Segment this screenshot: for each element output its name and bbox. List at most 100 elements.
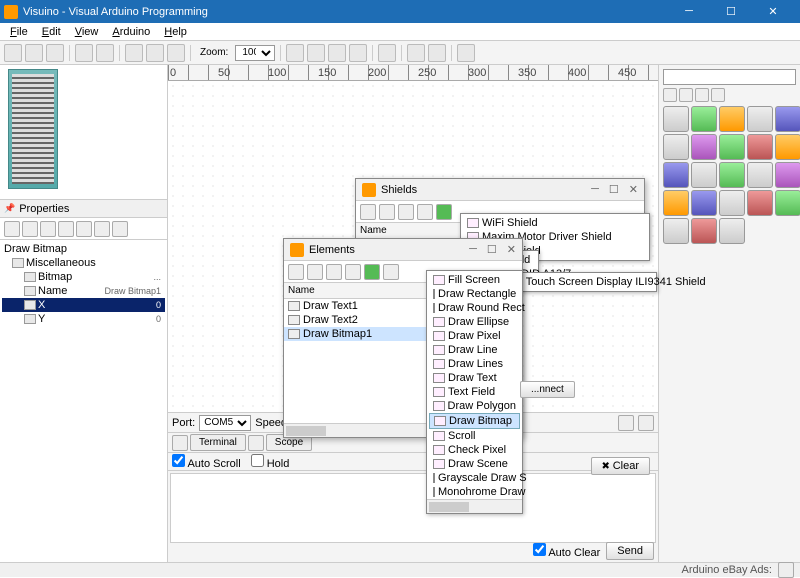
port-settings-icon[interactable]	[638, 415, 654, 431]
component-item[interactable]	[691, 190, 717, 216]
list-item[interactable]: Text Field	[429, 385, 520, 399]
zoomfit-icon[interactable]	[328, 44, 346, 62]
dlg-up-icon[interactable]	[326, 264, 342, 280]
dlg-opt-icon[interactable]	[383, 264, 399, 280]
component-item[interactable]	[747, 134, 773, 160]
list-item[interactable]: Draw Line	[429, 343, 520, 357]
prop-categorize-icon[interactable]	[4, 221, 20, 237]
list-item[interactable]: Monohrome Draw	[429, 485, 520, 499]
prop-help-icon[interactable]	[112, 221, 128, 237]
copy-icon[interactable]	[146, 44, 164, 62]
paste-icon[interactable]	[167, 44, 185, 62]
list-item[interactable]: Check Pixel	[429, 443, 520, 457]
dlg-max-icon[interactable]: ☐	[609, 183, 619, 196]
menu-view[interactable]: View	[69, 24, 105, 40]
tool-icon[interactable]	[457, 44, 475, 62]
zoom-select[interactable]: 100%	[235, 45, 275, 61]
component-item[interactable]	[719, 134, 745, 160]
redo-icon[interactable]	[96, 44, 114, 62]
component-item[interactable]	[719, 190, 745, 216]
component-item[interactable]	[663, 162, 689, 188]
component-item[interactable]	[663, 134, 689, 160]
minimize-button[interactable]: ─	[674, 5, 704, 18]
list-item[interactable]: Scroll	[429, 429, 520, 443]
component-item[interactable]	[663, 106, 689, 132]
list-item[interactable]: Draw Rectangle	[429, 287, 520, 301]
dlg-del-icon[interactable]	[307, 264, 323, 280]
pal-cat-icon[interactable]	[679, 88, 693, 102]
menu-help[interactable]: Help	[158, 24, 193, 40]
palette-search-input[interactable]	[663, 69, 796, 85]
dlg-close-icon[interactable]: ✕	[629, 183, 638, 196]
open-icon[interactable]	[25, 44, 43, 62]
prop-filter-icon[interactable]	[94, 221, 110, 237]
menu-file[interactable]: File	[4, 24, 34, 40]
list-item[interactable]: Draw Scene	[429, 457, 520, 471]
design-preview[interactable]	[0, 65, 167, 200]
component-item[interactable]	[691, 106, 717, 132]
pal-cat2-icon[interactable]	[695, 88, 709, 102]
dlg-del-icon[interactable]	[379, 204, 395, 220]
maximize-button[interactable]: ☐	[716, 5, 746, 18]
prop-bitmap[interactable]: Bitmap...	[2, 270, 165, 284]
autoclear-checkbox[interactable]: Auto Clear	[533, 543, 600, 559]
dlg-new-icon[interactable]	[364, 264, 380, 280]
list-item[interactable]: Draw Pixel	[429, 329, 520, 343]
tab-terminal[interactable]: Terminal	[190, 434, 246, 451]
component-item[interactable]	[719, 106, 745, 132]
component-item[interactable]	[719, 162, 745, 188]
list-item[interactable]: Grayscale Draw S	[429, 471, 520, 485]
send-button[interactable]: Send	[606, 542, 654, 560]
component-item[interactable]	[691, 218, 717, 244]
zoomout-icon[interactable]	[307, 44, 325, 62]
list-item[interactable]: Draw Polygon	[429, 399, 520, 413]
component-item[interactable]	[775, 190, 800, 216]
dlg-down-icon[interactable]	[345, 264, 361, 280]
component-item[interactable]	[747, 190, 773, 216]
prop-x[interactable]: X0	[2, 298, 165, 312]
menu-edit[interactable]: Edit	[36, 24, 67, 40]
list-item[interactable]: WiFi Shield	[463, 216, 647, 230]
component-item[interactable]	[663, 190, 689, 216]
dlg-new-icon[interactable]	[436, 204, 452, 220]
component-item[interactable]	[775, 106, 800, 132]
undo-icon[interactable]	[75, 44, 93, 62]
list-item[interactable]: Draw Lines	[429, 357, 520, 371]
prop-collapse-icon[interactable]	[76, 221, 92, 237]
clear-button[interactable]: ✖ Clear	[591, 457, 650, 475]
prop-az-icon[interactable]	[22, 221, 38, 237]
save-icon[interactable]	[46, 44, 64, 62]
prop-expand-icon[interactable]	[58, 221, 74, 237]
delete-icon[interactable]	[378, 44, 396, 62]
upload-icon[interactable]	[407, 44, 425, 62]
dlg-up-icon[interactable]	[398, 204, 414, 220]
hold-checkbox[interactable]: Hold	[251, 454, 290, 470]
list-item[interactable]: Draw Text	[429, 371, 520, 385]
arduino-board-preview[interactable]	[8, 69, 58, 189]
pal-list-icon[interactable]	[711, 88, 725, 102]
component-item[interactable]	[691, 162, 717, 188]
autoscroll-checkbox[interactable]: Auto Scroll	[172, 454, 241, 470]
cut-icon[interactable]	[125, 44, 143, 62]
scrollbar-horizontal[interactable]	[429, 502, 469, 512]
compile-icon[interactable]	[428, 44, 446, 62]
component-item[interactable]	[775, 134, 800, 160]
dlg-down-icon[interactable]	[417, 204, 433, 220]
dlg-close-icon[interactable]: ✕	[507, 243, 516, 256]
component-item[interactable]	[775, 162, 800, 188]
prop-refresh-icon[interactable]	[40, 221, 56, 237]
port-delete-icon[interactable]	[618, 415, 634, 431]
list-item[interactable]: Fill Screen	[429, 273, 520, 287]
prop-name[interactable]: NameDraw Bitmap1	[2, 284, 165, 298]
status-icon[interactable]	[778, 562, 794, 578]
list-item[interactable]: Draw Ellipse	[429, 315, 520, 329]
col-name[interactable]: Name	[284, 283, 444, 299]
dlg-max-icon[interactable]: ☐	[487, 243, 497, 256]
component-item[interactable]	[747, 106, 773, 132]
prop-y[interactable]: Y0	[2, 312, 165, 326]
scrollbar-horizontal[interactable]	[286, 426, 326, 436]
zoomin-icon[interactable]	[286, 44, 304, 62]
refresh-icon[interactable]	[349, 44, 367, 62]
dlg-min-icon[interactable]: ─	[591, 183, 599, 196]
list-item[interactable]: Draw Bitmap	[429, 413, 520, 429]
